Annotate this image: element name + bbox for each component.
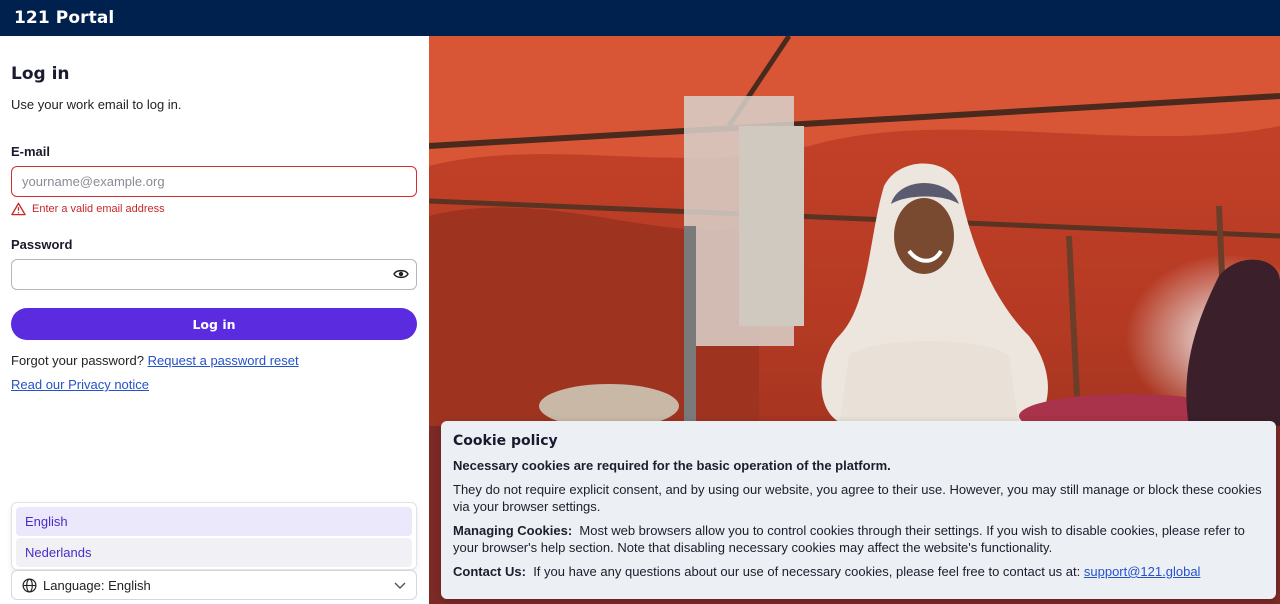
language-select-label: Language: English (43, 577, 151, 593)
cookie-managing-label: Managing Cookies: (453, 523, 573, 538)
privacy-notice-link[interactable]: Read our Privacy notice (11, 377, 149, 392)
email-field[interactable] (11, 166, 417, 197)
cookie-title: Cookie policy (453, 433, 558, 449)
password-field[interactable] (11, 259, 417, 290)
app-brand[interactable]: 121 Portal (14, 8, 114, 28)
forgot-password-row: Forgot your password? Request a password… (11, 353, 299, 368)
cookie-contact-label: Contact Us: (453, 564, 526, 579)
cookie-contact-paragraph: Contact Us: If you have any questions ab… (453, 563, 1264, 580)
cookie-managing-paragraph: Managing Cookies: Most web browsers allo… (453, 522, 1264, 556)
forgot-password-text: Forgot your password? (11, 353, 144, 368)
page-title: Log in (11, 64, 70, 84)
language-dropdown-menu: English Nederlands (11, 502, 417, 570)
page-subtitle: Use your work email to log in. (11, 97, 182, 112)
warning-icon (11, 202, 26, 216)
cookie-consent-text: They do not require explicit consent, an… (453, 482, 1262, 514)
support-email-link[interactable]: support@121.global (1084, 564, 1201, 579)
cookie-managing-text: Most web browsers allow you to control c… (453, 523, 1245, 555)
top-bar: 121 Portal (0, 0, 1280, 36)
email-error-message: Enter a valid email address (11, 202, 165, 216)
language-option-nederlands[interactable]: Nederlands (16, 538, 412, 567)
language-select[interactable]: Language: English (11, 570, 417, 600)
eye-icon[interactable] (393, 267, 409, 281)
reset-password-link[interactable]: Request a password reset (148, 353, 299, 368)
email-label: E-mail (11, 144, 51, 159)
cookie-contact-text: If you have any questions about our use … (533, 564, 1081, 579)
login-button[interactable]: Log in (11, 308, 417, 340)
cookie-lead: Necessary cookies are required for the b… (453, 458, 891, 473)
cookie-policy-banner: Cookie policy Necessary cookies are requ… (441, 421, 1276, 599)
password-label: Password (11, 237, 73, 252)
email-error-text: Enter a valid email address (32, 203, 165, 215)
login-panel: Log in Use your work email to log in. E-… (0, 36, 429, 604)
chevron-down-icon (394, 582, 406, 589)
globe-icon (22, 578, 37, 592)
language-option-english[interactable]: English (16, 507, 412, 536)
